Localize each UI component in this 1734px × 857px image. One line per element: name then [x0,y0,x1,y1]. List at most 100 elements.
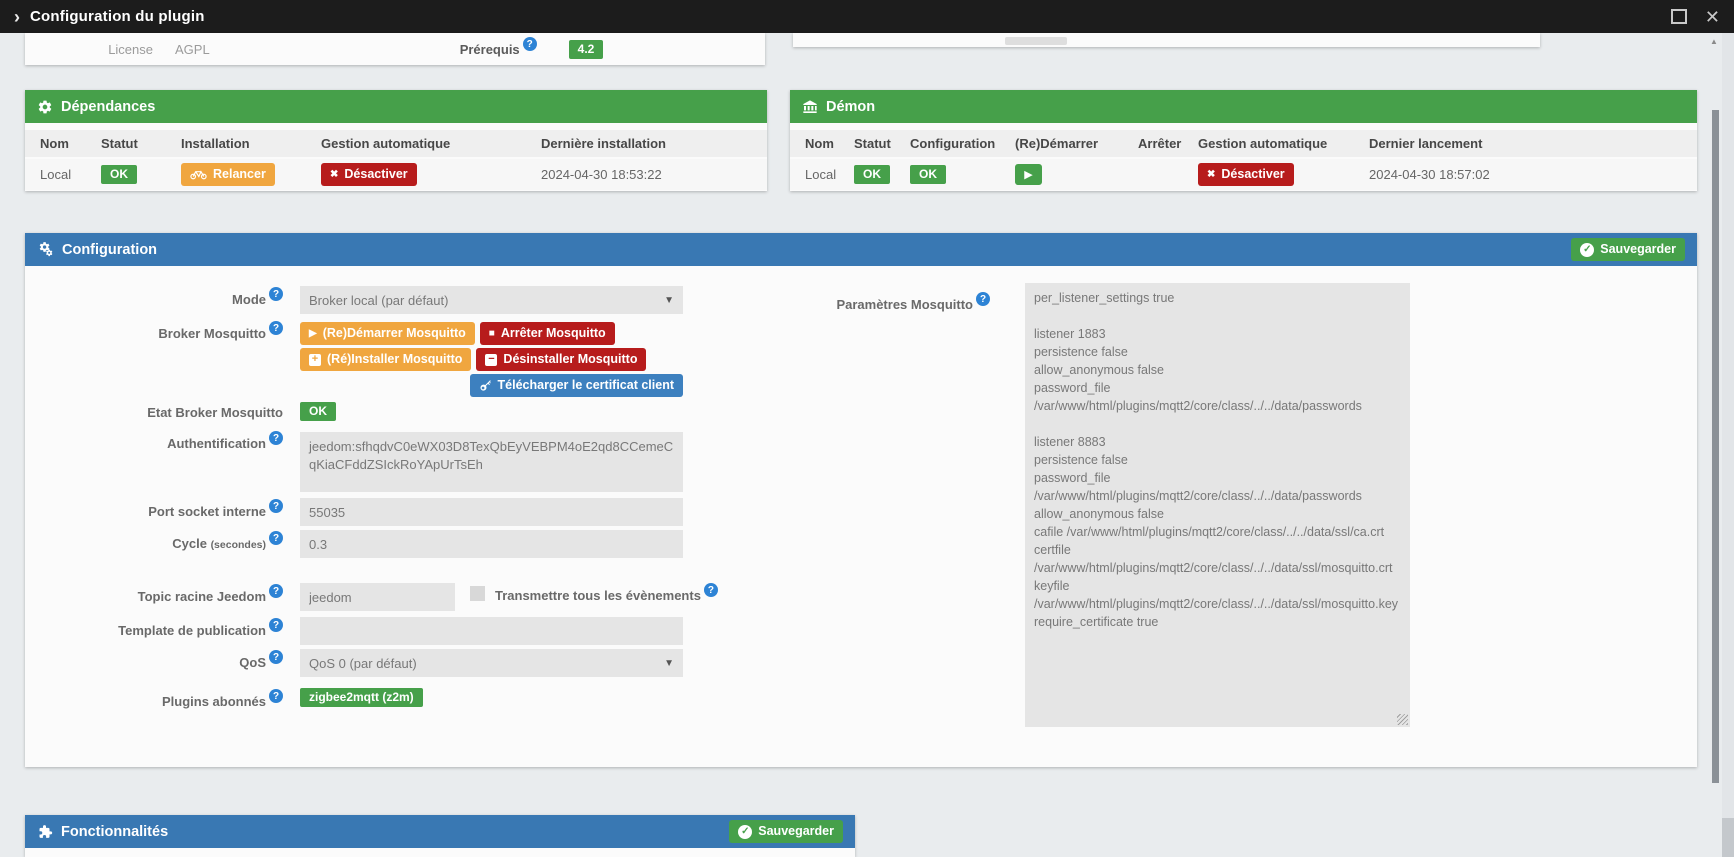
help-icon[interactable]: ? [269,650,283,664]
page-scrollbar-thumb[interactable] [1722,818,1734,857]
check-circle-icon: ✓ [738,824,753,839]
transmit-events-label: Transmettre tous les évènements? [495,583,718,603]
save-features-button[interactable]: ✓ Sauvegarder [729,820,843,843]
qos-select[interactable]: QoS 0 (par défaut) ▼ [300,649,683,677]
disable-label: Désactiver [344,167,408,181]
subscribed-plugins-label: Plugins abonnés? [25,689,283,709]
template-label: Template de publication? [25,618,283,638]
daemon-name: Local [805,167,837,182]
uninstall-mosquitto-button[interactable]: − Désinstaller Mosquitto [476,348,647,371]
auth-label: Authentification? [25,431,283,451]
window-controls: ✕ [1670,8,1720,26]
partial-panel [793,33,1540,47]
cycle-label: Cycle (secondes)? [25,531,283,551]
help-icon[interactable]: ? [269,499,283,513]
mosquitto-params-textarea[interactable]: per_listener_settings true listener 1883… [1025,283,1410,727]
mosquitto-params-label: Paramètres Mosquitto? [742,292,990,312]
cycle-input[interactable] [300,530,683,558]
minus-square-icon: − [485,353,498,366]
close-icon[interactable]: ✕ [1705,8,1720,26]
restart-label: (Re)Démarrer Mosquitto [322,326,466,340]
help-icon[interactable]: ? [703,583,718,597]
topic-label: Topic racine Jeedom? [25,584,283,604]
dependencies-table-header: Nom Statut Installation Gestion automati… [25,130,767,157]
stop-mosquitto-button[interactable]: ■ Arrêter Mosquitto [479,322,615,345]
relaunch-dependencies-button[interactable]: Relancer [181,163,275,186]
help-icon[interactable]: ? [269,689,283,703]
restart-mosquitto-button[interactable]: ▶ (Re)Démarrer Mosquitto [300,322,475,345]
play-icon: ▶ [1024,169,1033,181]
dependencies-title: Dépendances [61,98,156,115]
gear-icon [38,100,52,113]
col-statut: Statut [854,136,891,151]
start-daemon-button[interactable]: ▶ [1015,164,1042,185]
port-input[interactable] [300,498,683,526]
dependency-name: Local [40,167,72,182]
template-input[interactable] [300,617,683,645]
cycle-sublabel: (secondes) [210,539,266,551]
help-icon[interactable]: ? [269,618,283,632]
help-icon[interactable]: ? [269,431,283,445]
mosquitto-params-wrapper: per_listener_settings true listener 1883… [1025,283,1410,727]
mode-select[interactable]: Broker local (par défaut) ▼ [300,286,683,314]
port-label: Port socket interne? [25,499,283,519]
bicycle-icon [190,170,207,180]
col-derniere-installation: Dernière installation [541,136,666,151]
bank-icon [803,99,817,113]
transmit-events-checkbox[interactable] [470,586,485,601]
auth-textarea[interactable]: jeedom:sfhqdvC0eWX03D8TexQbEyVEBPM4oE2qd… [300,432,683,492]
relaunch-label: Relancer [213,167,266,181]
configuration-body: Mode? Broker local (par défaut) ▼ Broker… [25,233,1697,767]
daemon-table-row: Local OK OK ▶ ✖ Désactiver 2024-04-30 18… [790,159,1697,190]
page-scrollbar-track [1722,33,1734,857]
plugin-badge-zigbee2mqtt: zigbee2mqtt (z2m) [300,688,423,707]
caret-down-icon: ▼ [664,657,674,669]
install-mosquitto-button[interactable]: + (Ré)Installer Mosquitto [300,348,472,371]
topic-input[interactable] [300,583,455,611]
qos-label: QoS? [25,650,283,670]
x-mark-icon: ✖ [330,168,339,180]
help-icon[interactable]: ? [976,292,990,306]
daemon-header: Démon [790,90,1697,123]
daemon-title: Démon [826,98,876,115]
prerequis-badge: 4.2 [568,39,604,59]
col-configuration: Configuration [910,136,996,151]
help-icon[interactable]: ? [269,531,283,545]
broker-buttons-row2: + (Ré)Installer Mosquitto − Désinstaller… [300,348,647,371]
license-value: AGPL [175,41,210,57]
col-dernier-lancement: Dernier lancement [1369,136,1483,151]
disable-daemon-auto-button[interactable]: ✖ Désactiver [1198,163,1294,186]
play-icon: ▶ [309,327,317,339]
puzzle-piece-icon [39,824,53,838]
configuration-panel: Configuration ✓ Sauvegarder Mode? Broker… [25,233,1697,767]
partial-element [1005,37,1067,45]
help-icon[interactable]: ? [269,321,283,335]
col-nom: Nom [40,136,69,151]
certificate-label: Télécharger le certificat client [497,378,674,392]
license-label: License [108,41,153,57]
modal-scrollbar-thumb[interactable] [1712,110,1719,783]
broker-buttons-row1: ▶ (Re)Démarrer Mosquitto ■ Arrêter Mosqu… [300,322,615,345]
last-install-date: 2024-04-30 18:53:22 [541,167,662,182]
plus-square-icon: + [309,353,321,366]
daemon-table-header: Nom Statut Configuration (Re)Démarrer Ar… [790,130,1697,157]
maximize-icon[interactable] [1670,9,1687,24]
download-certificate-button[interactable]: Télécharger le certificat client [469,374,683,397]
last-launch-date: 2024-04-30 18:57:02 [1369,167,1490,182]
col-nom: Nom [805,136,834,151]
col-statut: Statut [101,136,138,151]
plugin-config-window: › Configuration du plugin ✕ License AGPL… [0,0,1734,857]
disable-dependency-auto-button[interactable]: ✖ Désactiver [321,163,417,186]
col-installation: Installation [181,136,250,151]
help-icon[interactable]: ? [269,287,283,301]
window-titlebar: › Configuration du plugin ✕ [0,0,1734,33]
key-icon [480,380,491,391]
broker-state-badge: OK [300,402,336,421]
qos-selected-value: QoS 0 (par défaut) [309,655,417,671]
help-icon[interactable]: ? [269,584,283,598]
dependency-status-badge: OK [101,165,137,184]
scroll-up-icon[interactable]: ▲ [1710,37,1718,46]
mode-label: Mode? [25,287,283,307]
features-panel: Fonctionnalités ✓ Sauvegarder [25,815,855,857]
help-icon[interactable]: ? [522,37,537,51]
